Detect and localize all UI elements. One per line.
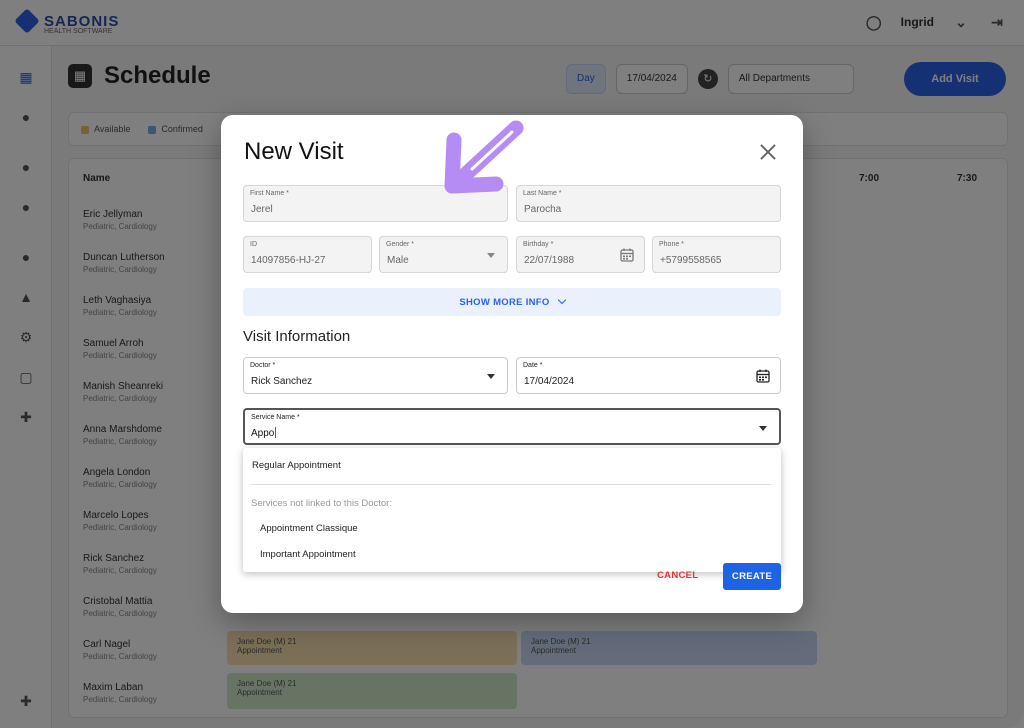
field-label: Date * xyxy=(523,362,543,369)
field-value: Male xyxy=(387,255,409,266)
service-autocomplete-list: Regular Appointment Services not linked … xyxy=(243,448,781,572)
field-label: Phone * xyxy=(659,241,684,248)
date-field[interactable]: Date * 17/04/2024 xyxy=(516,357,781,394)
option-important-appointment[interactable]: Important Appointment xyxy=(260,549,356,560)
field-label: Doctor * xyxy=(250,362,276,369)
close-icon[interactable] xyxy=(756,140,780,164)
field-value: 22/07/1988 xyxy=(524,255,575,266)
option-regular-appointment[interactable]: Regular Appointment xyxy=(252,460,341,471)
field-value: Jerel xyxy=(251,204,273,215)
field-value: Rick Sanchez xyxy=(251,376,313,387)
field-value: Parocha xyxy=(524,204,562,215)
visit-information-heading: Visit Information xyxy=(243,328,351,345)
field-value: 17/04/2024 xyxy=(524,376,575,387)
calendar-icon[interactable] xyxy=(756,369,770,383)
create-button[interactable]: CREATE xyxy=(723,563,781,590)
show-more-info-button[interactable]: SHOW MORE INFO xyxy=(243,288,781,316)
service-name-input[interactable]: Service Name * Appo xyxy=(243,408,781,445)
field-label: ID xyxy=(250,241,257,248)
birthday-field[interactable]: Birthday * 22/07/1988 xyxy=(516,236,645,273)
text-cursor xyxy=(275,427,277,438)
field-label: Gender * xyxy=(386,241,415,248)
option-divider xyxy=(251,484,771,485)
cancel-button[interactable]: CANCEL xyxy=(657,570,698,581)
field-value: Appo xyxy=(251,427,277,439)
annotation-arrow-icon xyxy=(444,120,524,194)
dropdown-arrow-icon[interactable] xyxy=(759,426,767,431)
show-more-label: SHOW MORE INFO xyxy=(243,295,781,308)
field-value: 14097856-HJ-27 xyxy=(251,255,326,266)
gender-select[interactable]: Gender * Male xyxy=(379,236,508,273)
last-name-field[interactable]: Last Name * Parocha xyxy=(516,185,781,222)
field-value: +5799558565 xyxy=(660,255,722,266)
dialog-title: New Visit xyxy=(244,138,344,165)
field-label: First Name * xyxy=(250,190,289,197)
phone-field[interactable]: Phone * +5799558565 xyxy=(652,236,781,273)
calendar-icon[interactable] xyxy=(620,248,634,262)
doctor-select[interactable]: Doctor * Rick Sanchez xyxy=(243,357,508,394)
field-label: Service Name * xyxy=(251,414,300,421)
option-group-label: Services not linked to this Doctor: xyxy=(251,498,392,509)
id-field[interactable]: ID 14097856-HJ-27 xyxy=(243,236,372,273)
dropdown-arrow-icon xyxy=(487,253,495,258)
chevron-down-icon xyxy=(557,295,566,305)
dropdown-arrow-icon xyxy=(487,374,495,379)
field-label: Birthday * xyxy=(523,241,554,248)
option-appointment-classique[interactable]: Appointment Classique xyxy=(260,523,358,534)
